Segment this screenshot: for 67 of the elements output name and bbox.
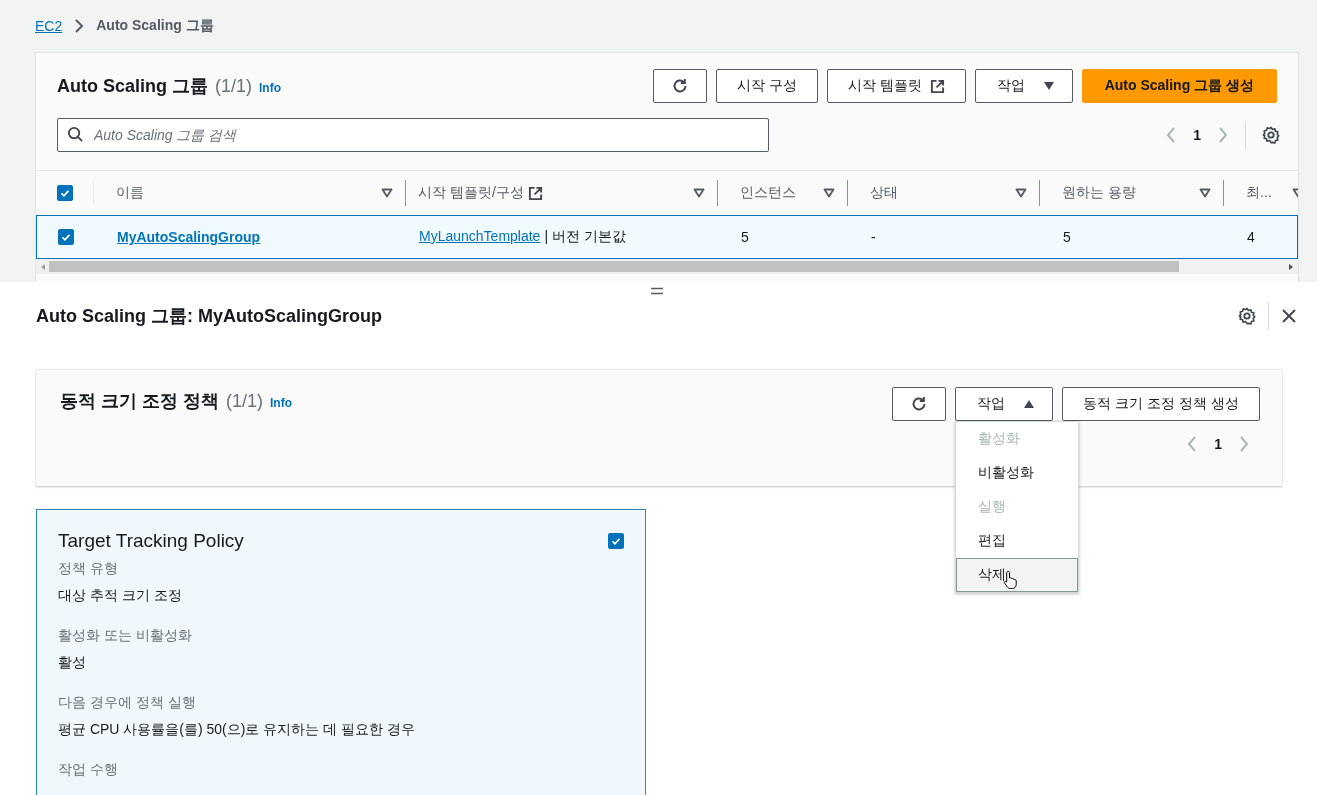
field-value: 평균 CPU 사용률을(를) 50(으)로 유지하는 데 필요한 경우	[58, 721, 416, 739]
close-icon[interactable]	[1281, 308, 1297, 324]
chevron-right-icon	[74, 19, 85, 33]
field-label: 작업 수행	[58, 761, 119, 779]
field-value: 활성	[58, 654, 87, 672]
table-cell: 5	[1063, 229, 1071, 245]
breadcrumb-current: Auto Scaling 그룹	[96, 17, 214, 35]
template-link[interactable]: MyLaunchTemplate	[419, 228, 541, 244]
create-button[interactable]: Auto Scaling 그룹 생성	[1081, 69, 1277, 103]
settings-icon[interactable]	[1262, 126, 1280, 144]
panel-title: 동적 크기 조정 정책	[60, 390, 219, 413]
refresh-button[interactable]	[892, 387, 947, 421]
menu-item[interactable]: 편집	[956, 524, 1079, 558]
action-button[interactable]: 시작 템플릿	[826, 69, 966, 103]
page-number[interactable]: 1	[1193, 127, 1201, 143]
search-field[interactable]: Auto Scaling 그룹 검색	[57, 118, 769, 152]
info-link[interactable]: Info	[259, 81, 282, 95]
sort-icon[interactable]	[693, 188, 705, 198]
table-cell: -	[871, 229, 876, 245]
panel-title: Auto Scaling 그룹	[57, 75, 208, 98]
caret-up-icon	[1023, 399, 1036, 409]
search-icon	[67, 126, 84, 143]
menu-item[interactable]: 삭제	[956, 558, 1079, 592]
external-link-icon	[527, 185, 543, 201]
menu-item[interactable]: 비활성화	[956, 456, 1079, 490]
action-button[interactable]: 동적 크기 조정 정책 생성	[1062, 387, 1260, 421]
policy-title: Target Tracking Policy	[58, 530, 244, 552]
checkbox[interactable]	[58, 229, 74, 245]
hand-cursor-icon	[1003, 570, 1020, 590]
refresh-button[interactable]	[652, 69, 707, 103]
table-row[interactable]: MyAutoScalingGroup MyLaunchTemplate | 버전 기본값 5 - 5 4	[36, 215, 1298, 259]
table-cell: | 버전 기본값	[544, 228, 626, 244]
column-header[interactable]: 원하는 용량	[1062, 184, 1136, 202]
item-count: (1/1)	[215, 76, 253, 97]
page-number[interactable]: 1	[1214, 436, 1222, 452]
group-link[interactable]: MyAutoScalingGroup	[117, 229, 261, 245]
column-header[interactable]: 시작 템플릿/구성	[418, 184, 543, 202]
detail-title: Auto Scaling 그룹: MyAutoScalingGroup	[36, 305, 382, 328]
column-header[interactable]: 인스턴스	[740, 184, 796, 202]
scroll-right-icon[interactable]	[1287, 262, 1295, 271]
sort-icon[interactable]	[1015, 188, 1027, 198]
checkbox[interactable]	[608, 533, 624, 549]
action-button[interactable]: 시작 구성	[715, 69, 818, 103]
field-value: 대상 추적 크기 조정	[58, 587, 183, 605]
field-label: 정책 유형	[58, 560, 119, 578]
sort-icon[interactable]	[1199, 188, 1211, 198]
column-header[interactable]: 상태	[870, 184, 898, 202]
checkbox[interactable]	[56, 185, 73, 201]
settings-icon[interactable]	[1238, 307, 1256, 325]
sort-icon[interactable]	[823, 188, 835, 198]
table-cell: 4	[1247, 229, 1255, 245]
actions-dropdown[interactable]: 작업	[955, 387, 1054, 421]
resize-handle-icon[interactable]	[649, 287, 664, 295]
caret-down-icon	[1042, 81, 1055, 91]
item-count: (1/1)	[226, 391, 264, 412]
policy-card[interactable]: Target Tracking Policy 정책 유형 대상 추적 크기 조정 활성화 또는 비활성화 활성 다음 경우에 정책 실행 평균 CPU 사용률을(를) 50(으)로 유지하는 데 필요한 경우 작업 수행	[36, 509, 646, 795]
sort-icon[interactable]	[381, 188, 393, 198]
field-label: 활성화 또는 비활성화	[58, 627, 193, 645]
breadcrumb-link[interactable]: EC2	[35, 18, 63, 34]
horizontal-scrollbar[interactable]	[36, 259, 1298, 274]
info-link[interactable]: Info	[270, 396, 293, 410]
column-header[interactable]: 최...	[1246, 184, 1272, 202]
table-cell: 5	[741, 229, 749, 245]
external-link-icon	[929, 78, 945, 94]
field-label: 다음 경우에 정책 실행	[58, 694, 197, 712]
actions-dropdown[interactable]: 작업	[974, 69, 1073, 103]
column-header[interactable]: 이름	[116, 184, 144, 202]
